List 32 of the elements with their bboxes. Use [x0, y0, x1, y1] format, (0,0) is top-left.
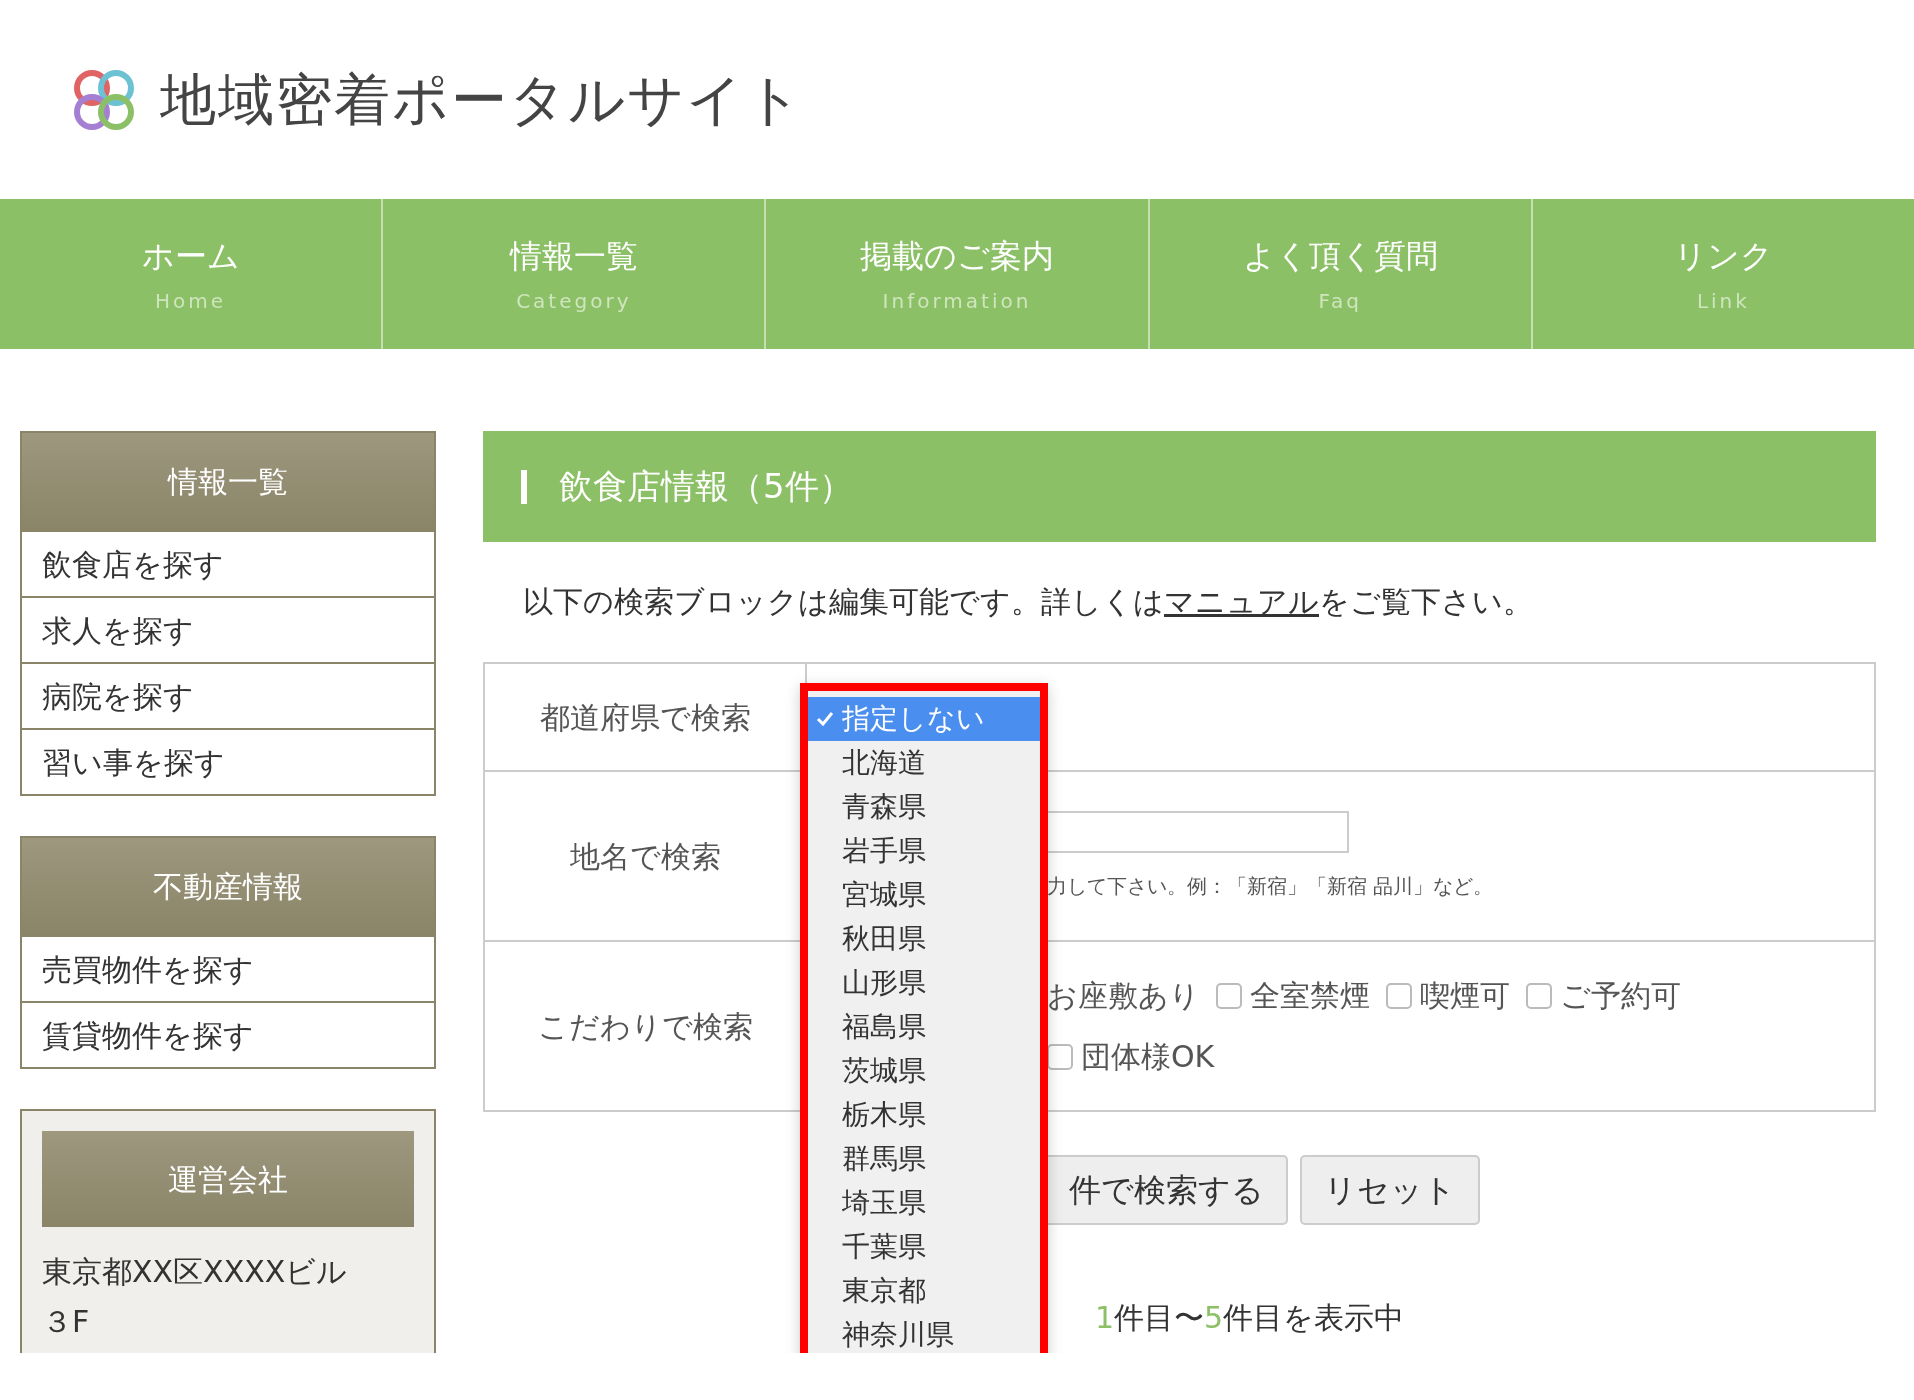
search-button[interactable]: 件で検索する: [1047, 1155, 1288, 1225]
dropdown-option[interactable]: 埼玉県: [808, 1181, 1040, 1225]
text-field[interactable]: [1047, 811, 1349, 853]
dropdown-option[interactable]: 山形県: [808, 961, 1040, 1005]
intro-text: 以下の検索ブロックは編集可能です。詳しくはマニュアルをご覧下さい。: [523, 582, 1533, 621]
dropdown-option[interactable]: 青森県: [808, 785, 1040, 829]
dropdown-option[interactable]: 秋田県: [808, 917, 1040, 961]
dropdown-option[interactable]: 茨城県: [808, 1049, 1040, 1093]
reset-button[interactable]: リセット: [1300, 1155, 1480, 1225]
section-heading: 飲食店情報（5件）: [483, 431, 1876, 542]
dropdown-option[interactable]: 北海道: [808, 741, 1040, 785]
company-address: 東京都XX区XXXXビル３F: [42, 1253, 349, 1341]
check-icon: [816, 710, 834, 728]
checkbox-option[interactable]: 全室禁煙: [1216, 973, 1370, 1018]
dropdown-option[interactable]: 群馬県: [808, 1137, 1040, 1181]
sidebar-heading: 情報一覧: [22, 433, 434, 530]
checkbox-option[interactable]: 喫煙可: [1386, 973, 1510, 1018]
result-text: 1件目〜5件目を表示中: [1095, 1300, 1405, 1335]
dropdown-option[interactable]: 栃木県: [808, 1093, 1040, 1137]
hint-text: 力して下さい。例：「新宿」「新宿 品川」など。: [1047, 873, 1494, 900]
site-title: 地域密着ポータルサイト: [160, 65, 804, 134]
dropdown-option[interactable]: 東京都: [808, 1269, 1040, 1313]
checkbox-option[interactable]: ご予約可: [1526, 973, 1681, 1018]
dropdown-option[interactable]: 岩手県: [808, 829, 1040, 873]
sidebar-heading: 不動産情報: [22, 838, 434, 935]
dropdown-option[interactable]: 福島県: [808, 1005, 1040, 1049]
dropdown-option[interactable]: 神奈川県: [808, 1313, 1040, 1353]
company-heading: 運営会社: [42, 1131, 414, 1227]
manual-link[interactable]: マニュアル: [1164, 583, 1319, 619]
option-label: お座敷あり: [1047, 977, 1200, 1015]
dropdown-option[interactable]: 千葉県: [808, 1225, 1040, 1269]
dropdown-option[interactable]: 宮城県: [808, 873, 1040, 917]
